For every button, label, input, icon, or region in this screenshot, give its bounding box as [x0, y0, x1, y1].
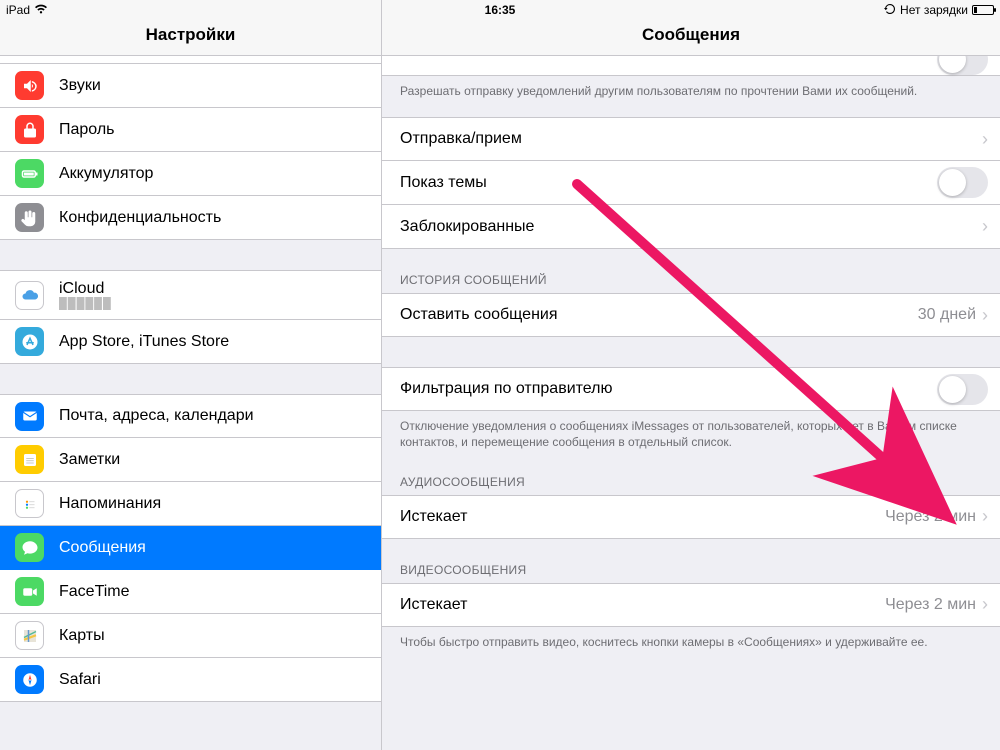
sidebar-title: Настройки	[146, 25, 236, 45]
sidebar-item-battery[interactable]: Аккумулятор	[0, 152, 381, 196]
icloud-account-redacted: ██████	[59, 298, 366, 310]
chevron-right-icon: ›	[982, 129, 988, 150]
row-value: 30 дней	[918, 306, 976, 324]
row-blocked[interactable]: Заблокированные›	[382, 205, 1000, 249]
footer-read-receipts: Разрешать отправку уведомлений другим по…	[382, 76, 1000, 99]
toggle-read-receipts[interactable]	[937, 56, 988, 75]
row-label: Оставить сообщения	[400, 306, 918, 324]
row-video-expire[interactable]: Истекает Через 2 мин ›	[382, 583, 1000, 627]
row-read-receipts-partial[interactable]	[382, 56, 1000, 76]
sidebar-item-mail[interactable]: Почта, адреса, календари	[0, 394, 381, 438]
chevron-right-icon: ›	[982, 305, 988, 326]
sidebar-item-label: Почта, адреса, календари	[59, 407, 366, 425]
battery-icon	[15, 159, 44, 188]
row-label: Заблокированные	[400, 218, 982, 236]
sidebar-item-label: Конфиденциальность	[59, 209, 366, 227]
sidebar-item-label: iCloud	[59, 280, 366, 298]
battery-icon	[972, 5, 994, 15]
row-label: Истекает	[400, 596, 885, 614]
sidebar-item-stores[interactable]: App Store, iTunes Store	[0, 320, 381, 364]
sidebar-item-label: Пароль	[59, 121, 366, 139]
sidebar-item-label: Карты	[59, 627, 366, 645]
clock: 16:35	[485, 3, 516, 17]
sidebar-item-sounds[interactable]: Звуки	[0, 64, 381, 108]
appstore-icon	[15, 327, 44, 356]
row-sendreceive[interactable]: Отправка/прием›	[382, 117, 1000, 161]
sidebar-item-messages[interactable]: Сообщения	[0, 526, 381, 570]
wifi-icon	[34, 3, 48, 17]
sidebar-item-icloud[interactable]: iCloud██████	[0, 270, 381, 320]
detail-title: Сообщения	[642, 25, 740, 45]
sidebar-item-label: FaceTime	[59, 583, 366, 601]
row-label: Показ темы	[400, 174, 937, 192]
sidebar-item-facetime[interactable]: FaceTime	[0, 570, 381, 614]
footer-filter: Отключение уведомления о сообщениях iMes…	[382, 411, 1000, 450]
row-filter-unknown[interactable]: Фильтрация по отправителю	[382, 367, 1000, 411]
sync-icon	[884, 3, 896, 18]
sidebar-item-label: Заметки	[59, 451, 366, 469]
chevron-right-icon: ›	[982, 506, 988, 527]
cloud-icon	[15, 281, 44, 310]
sidebar-item-label: App Store, iTunes Store	[59, 333, 366, 351]
section-header-video: ВИДЕОСООБЩЕНИЯ	[382, 557, 1000, 583]
row-subject[interactable]: Показ темы	[382, 161, 1000, 205]
sidebar-item-label: Напоминания	[59, 495, 366, 513]
row-label: Истекает	[400, 508, 885, 526]
sidebar-item-label: Safari	[59, 671, 366, 689]
sidebar-item-label: Аккумулятор	[59, 165, 366, 183]
charging-label: Нет зарядки	[900, 3, 968, 17]
chevron-right-icon: ›	[982, 594, 988, 615]
section-header-audio: АУДИОСООБЩЕНИЯ	[382, 469, 1000, 495]
map-icon	[15, 621, 44, 650]
device-label: iPad	[6, 3, 30, 17]
sidebar-item-label: Звуки	[59, 77, 366, 95]
footer-video: Чтобы быстро отправить видео, коснитесь …	[382, 627, 1000, 650]
toggle-filter-unknown[interactable]	[937, 374, 988, 405]
reminders-icon	[15, 489, 44, 518]
sidebar-item-label: Сообщения	[59, 539, 366, 557]
row-audio-expire[interactable]: Истекает Через 2 мин ›	[382, 495, 1000, 539]
detail-pane: Сообщения Разрешать отправку уведомлений…	[382, 0, 1000, 750]
sidebar-item-maps[interactable]: Карты	[0, 614, 381, 658]
compass-icon	[15, 665, 44, 694]
row-label: Отправка/прием	[400, 130, 982, 148]
row-value: Через 2 мин	[885, 508, 976, 526]
settings-sidebar: Настройки Звуки Пароль Аккумулятор Конфиден…	[0, 0, 382, 750]
row-keep-messages[interactable]: Оставить сообщения 30 дней ›	[382, 293, 1000, 337]
speaker-icon	[15, 71, 44, 100]
sidebar-item-passcode[interactable]: Пароль	[0, 108, 381, 152]
section-header-history: ИСТОРИЯ СООБЩЕНИЙ	[382, 267, 1000, 293]
row-value: Через 2 мин	[885, 596, 976, 614]
chevron-right-icon: ›	[982, 216, 988, 237]
notes-icon	[15, 445, 44, 474]
bubble-icon	[15, 533, 44, 562]
sidebar-item-safari[interactable]: Safari	[0, 658, 381, 702]
toggle-subject[interactable]	[937, 167, 988, 198]
row-label: Фильтрация по отправителю	[400, 380, 937, 398]
hand-icon	[15, 203, 44, 232]
sidebar-item-privacy[interactable]: Конфиденциальность	[0, 196, 381, 240]
status-bar: iPad 16:35 Нет зарядки	[0, 0, 1000, 20]
sidebar-item-reminders[interactable]: Напоминания	[0, 482, 381, 526]
lock-icon	[15, 115, 44, 144]
sidebar-item-notes[interactable]: Заметки	[0, 438, 381, 482]
video-icon	[15, 577, 44, 606]
mail-icon	[15, 402, 44, 431]
